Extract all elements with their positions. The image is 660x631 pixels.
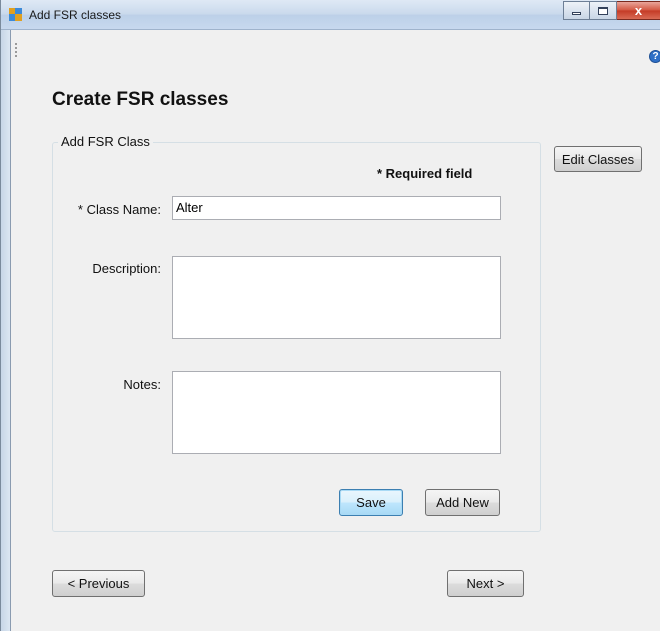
class-name-label: * Class Name: [77, 202, 161, 217]
window-left-border [1, 0, 11, 631]
notes-input[interactable] [172, 371, 501, 454]
description-label: Description: [92, 261, 161, 276]
close-button[interactable]: x [617, 1, 660, 20]
window-title: Add FSR classes [29, 8, 122, 22]
required-field-note: * Required field [377, 166, 473, 181]
toolstrip-grip[interactable] [15, 43, 17, 57]
app-icon [9, 8, 22, 21]
add-new-button[interactable]: Add New [425, 489, 500, 516]
close-icon: x [634, 3, 643, 18]
dialog-window: Add FSR classes x ? Create FSR classes A… [0, 0, 660, 631]
previous-button[interactable]: < Previous [52, 570, 145, 597]
minimize-icon [572, 12, 581, 15]
page-title: Create FSR classes [52, 89, 229, 110]
help-icon[interactable]: ? [649, 50, 660, 63]
class-name-input[interactable]: Alter [172, 196, 501, 220]
notes-label: Notes: [123, 377, 161, 392]
group-label: Add FSR Class [58, 134, 153, 149]
description-input[interactable] [172, 256, 501, 339]
save-button[interactable]: Save [339, 489, 403, 516]
toolstrip [11, 31, 660, 53]
maximize-button[interactable] [590, 1, 617, 20]
next-button[interactable]: Next > [447, 570, 524, 597]
title-bar[interactable]: Add FSR classes x [1, 0, 660, 30]
window-controls: x [563, 1, 660, 21]
minimize-button[interactable] [563, 1, 590, 20]
maximize-icon [598, 6, 608, 15]
edit-classes-button[interactable]: Edit Classes [554, 146, 642, 172]
